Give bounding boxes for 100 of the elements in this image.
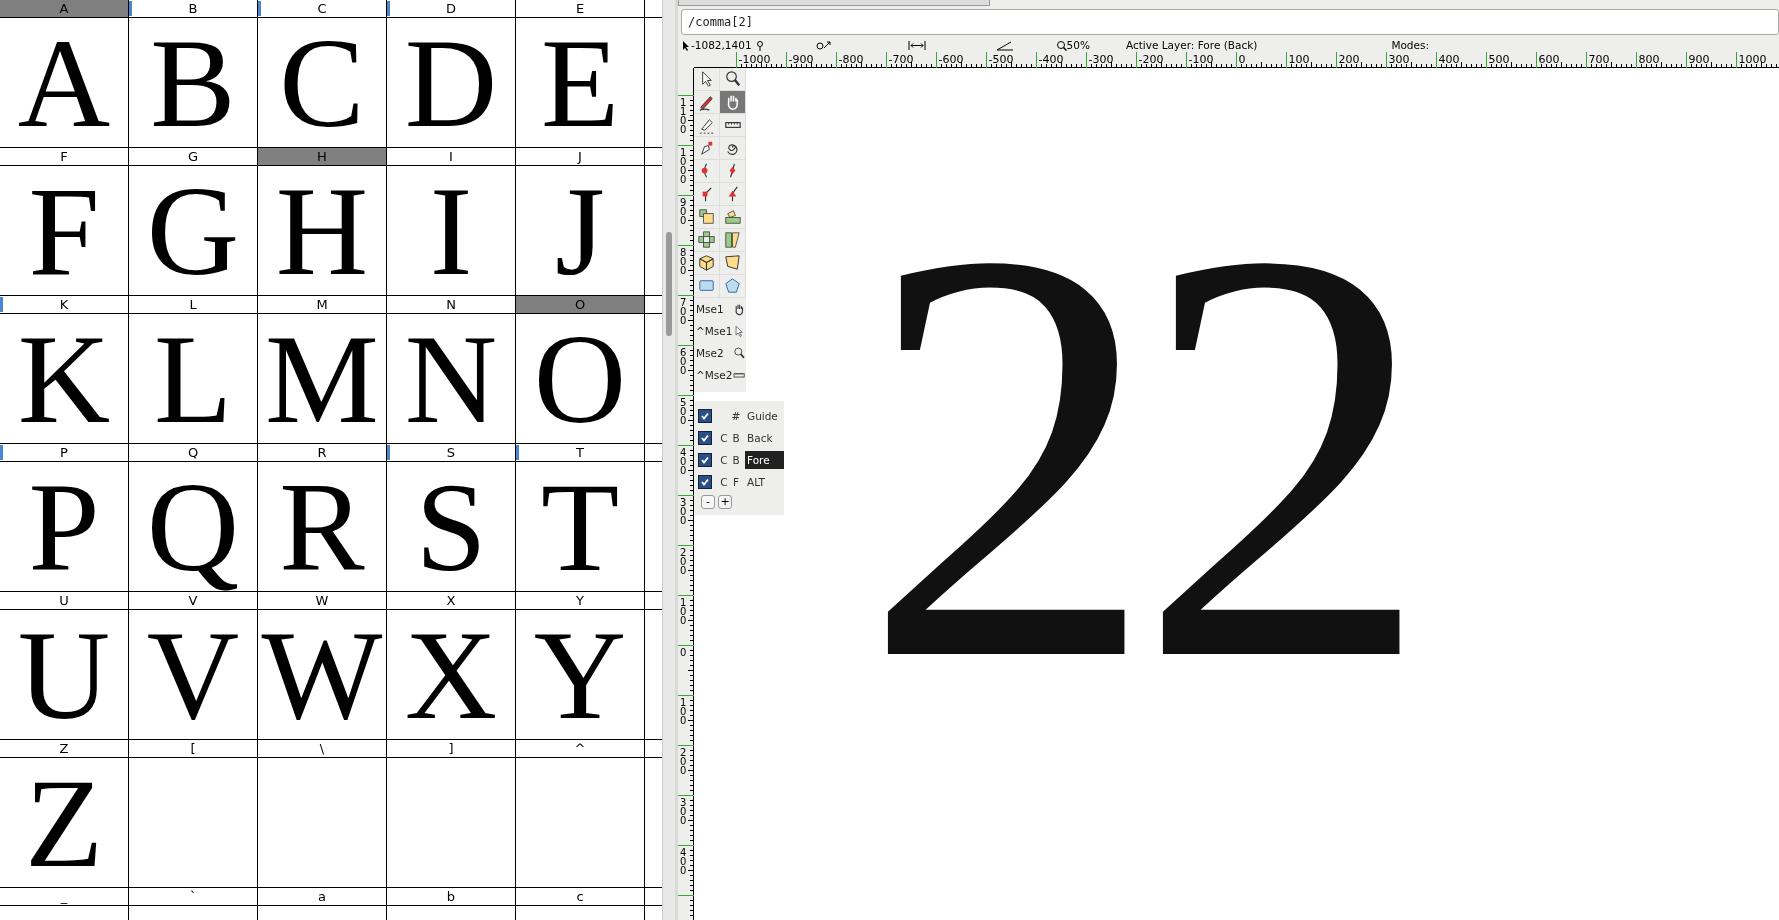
ruler-icon[interactable]	[720, 114, 746, 137]
layer-checkbox[interactable]	[698, 431, 712, 445]
glyph-preview[interactable]: F	[28, 166, 100, 295]
glyph-preview[interactable]: Y	[533, 610, 627, 739]
check-icon	[700, 477, 710, 487]
pointer-icon	[681, 39, 691, 51]
glyph-preview[interactable]: L	[153, 314, 233, 443]
hand-icon[interactable]	[720, 91, 746, 114]
glyph-label[interactable]: T	[516, 444, 644, 462]
glyph-preview[interactable]: W	[261, 610, 383, 739]
flip-icon[interactable]	[694, 229, 720, 252]
layer-flag[interactable]: C	[718, 454, 730, 466]
glyph-preview[interactable]: S	[415, 462, 487, 591]
glyph-preview[interactable]: B	[150, 18, 236, 147]
glyph-preview[interactable]: E	[540, 18, 620, 147]
glyph-label[interactable]: b	[387, 888, 515, 906]
pen-icon[interactable]	[694, 137, 720, 160]
mouse-binding-label: Mse2	[696, 347, 724, 359]
layer-checkbox[interactable]	[698, 409, 712, 423]
curve-point-icon[interactable]	[694, 160, 720, 183]
glyph-preview[interactable]: A	[17, 18, 111, 147]
ruler-label: 200	[680, 547, 687, 576]
ruler-label: -600	[938, 53, 964, 66]
pencil-icon[interactable]	[694, 91, 720, 114]
layer-name[interactable]: Guide	[745, 407, 784, 425]
ruler-label: 0	[680, 647, 687, 658]
glyph-preview[interactable]: C	[279, 18, 365, 147]
layer-flag[interactable]: F	[730, 476, 742, 488]
glyph-name-field[interactable]: /comma[2]	[681, 9, 1779, 35]
glyph-preview[interactable]: U	[17, 610, 111, 739]
ruler-label: 0	[1238, 53, 1246, 66]
glyph-preview[interactable]: I	[429, 166, 473, 295]
glyph-preview[interactable]: R	[279, 462, 365, 591]
glyph-preview[interactable]: T	[540, 462, 620, 591]
layer-name[interactable]: Back	[745, 429, 784, 447]
glyph-preview[interactable]: Q	[146, 462, 240, 591]
glyph-label[interactable]: [	[129, 740, 257, 758]
layer-button[interactable]: -	[701, 495, 715, 509]
knife-icon[interactable]	[694, 114, 720, 137]
layer-name[interactable]: Fore	[745, 451, 784, 469]
pointer-icon	[732, 324, 746, 338]
search-icon[interactable]	[720, 68, 746, 91]
layer-flag[interactable]: C	[718, 476, 730, 488]
glyph-preview[interactable]: N	[404, 314, 498, 443]
skew-icon[interactable]	[720, 229, 746, 252]
glyph-label[interactable]: D	[387, 0, 515, 18]
layer-flag[interactable]: C	[718, 432, 730, 444]
scale-icon[interactable]	[694, 206, 720, 229]
corner-point-icon[interactable]	[694, 183, 720, 206]
glyph-preview[interactable]: J	[555, 166, 605, 295]
glyph-preview[interactable]: G	[146, 166, 240, 295]
glyph-outline[interactable]: 22	[862, 160, 1412, 750]
check-icon	[700, 411, 710, 421]
glyph-preview[interactable]: P	[28, 462, 100, 591]
glyph-label[interactable]: C	[258, 0, 386, 18]
glyph-preview[interactable]: M	[265, 314, 379, 443]
ruler-label: 300	[1388, 53, 1410, 66]
angle-icon	[995, 39, 1014, 51]
glyph-label[interactable]: H	[258, 148, 386, 166]
ruler-label: 800	[680, 247, 687, 276]
glyph-preview[interactable]: V	[146, 610, 240, 739]
ruler-label: 500	[680, 397, 687, 426]
ruler-label: -700	[888, 53, 914, 66]
rotate-icon[interactable]	[720, 206, 746, 229]
glyph-preview[interactable]: Z	[24, 758, 104, 887]
cube-icon[interactable]	[694, 252, 720, 275]
glyph-label[interactable]: A	[0, 0, 128, 18]
glyph-preview[interactable]: H	[275, 166, 369, 295]
point-icon	[755, 39, 764, 51]
layer-flag[interactable]: B	[730, 454, 742, 466]
glyph-label[interactable]: ]	[387, 740, 515, 758]
glyph-label[interactable]: O	[516, 296, 644, 314]
glyph-label[interactable]: B	[129, 0, 257, 18]
tangent-point-icon[interactable]	[720, 183, 746, 206]
layer-name[interactable]: ALT	[745, 473, 784, 491]
layer-button[interactable]: +	[718, 495, 732, 509]
glyph-preview[interactable]: D	[404, 18, 498, 147]
zoom-icon	[1055, 39, 1067, 51]
layer-flag[interactable]: #	[730, 410, 742, 422]
width-icon	[907, 39, 926, 51]
pointer-icon[interactable]	[694, 68, 720, 91]
ruler-label: 200	[680, 747, 687, 776]
glyph-label[interactable]: `	[129, 888, 257, 906]
perspective-icon[interactable]	[720, 252, 746, 275]
layer-flag[interactable]: B	[730, 432, 742, 444]
layer-checkbox[interactable]	[698, 453, 712, 467]
glyph-preview[interactable]: O	[533, 314, 627, 443]
mouse-binding-label: ^Mse2	[696, 369, 733, 381]
spiral-icon[interactable]	[720, 137, 746, 160]
glyph-label[interactable]: P	[0, 444, 128, 462]
glyph-preview[interactable]: K	[17, 314, 111, 443]
glyph-label[interactable]: ^	[516, 740, 644, 758]
scrollbar[interactable]	[662, 0, 675, 920]
layer-checkbox[interactable]	[698, 475, 712, 489]
diamond-point-icon[interactable]	[720, 160, 746, 183]
hand-icon	[732, 302, 746, 316]
glyph-preview[interactable]: X	[404, 610, 498, 739]
glyph-label[interactable]: K	[0, 296, 128, 314]
ruler-label: -900	[788, 53, 814, 66]
glyph-label[interactable]: S	[387, 444, 515, 462]
